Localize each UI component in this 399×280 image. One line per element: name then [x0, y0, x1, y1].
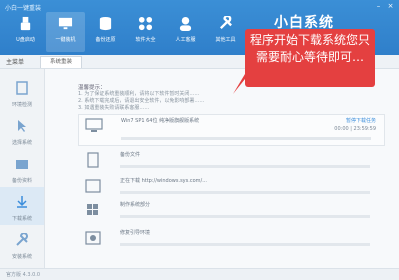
close-icon[interactable]: × — [386, 2, 395, 10]
wrench-icon — [16, 232, 28, 246]
nav-label: 软件大全 — [135, 37, 156, 43]
step-environment-check: 环境检测 — [0, 73, 44, 111]
callout-text: 程序开始下载系统您只需要耐心等待即可… — [249, 33, 370, 64]
progress-bar — [120, 191, 370, 194]
nav-software[interactable]: 软件大全 — [126, 12, 165, 52]
main-nav: U盘启动 一键装机 备份还原 软件大全 人工客服 其他工具 — [6, 12, 245, 52]
checklist-icon — [16, 81, 28, 95]
windows-icon — [87, 204, 98, 215]
nav-label: 其他工具 — [215, 37, 236, 43]
task-row: 备份文件 — [78, 149, 383, 177]
hint-callout: 程序开始下载系统您只需要耐心等待即可… — [233, 29, 375, 94]
step-sidebar: 环境检测 选择系统 备份资料 下载系统 安装系统 — [0, 69, 45, 269]
step-label: 选择系统 — [11, 140, 32, 146]
nav-label: U盘启动 — [16, 37, 35, 43]
nav-label: 人工客服 — [175, 37, 196, 43]
nav-support[interactable]: 人工客服 — [166, 12, 205, 52]
step-backup-data: 备份资料 — [0, 149, 44, 187]
task-name: 制作系统部分 — [120, 202, 151, 208]
wrench-icon — [219, 14, 232, 30]
minimize-icon[interactable]: – — [374, 2, 383, 10]
task-name: 正在下载 http://windows.sys.com/... — [120, 178, 207, 184]
app-window: 小白一键重装 – × U盘启动 一键装机 备份还原 软件大全 人工客服 其他工具… — [0, 0, 399, 280]
step-label: 安装系统 — [11, 254, 32, 260]
tip-line: 2. 系统下载完成后，请退出安全软件，以免影响部署…… — [78, 98, 205, 104]
step-label: 下载系统 — [11, 216, 32, 222]
nav-label: 一键装机 — [55, 37, 76, 43]
nav-one-click-install[interactable]: 一键装机 — [46, 12, 85, 52]
window-controls: – × — [374, 2, 395, 10]
task-name: 修复引导环境 — [120, 230, 151, 236]
task-row: 修复引导环境 — [78, 227, 383, 255]
monitor-icon — [58, 17, 73, 30]
step-install-system: 安装系统 — [0, 225, 44, 263]
folder-icon — [16, 160, 28, 169]
task-name: Win7 SP1 64位 纯净版旗舰版系统 — [121, 118, 200, 124]
progress-bar — [121, 137, 371, 140]
task-row: Win7 SP1 64位 纯净版旗舰版系统 暂停下载任务 00:00 | 23:… — [78, 114, 385, 146]
person-icon — [179, 16, 192, 31]
tip-line: 3. 如遇重装失败请联系客服…… — [78, 105, 150, 111]
task-name: 备份文件 — [120, 152, 141, 158]
step-select-system: 选择系统 — [0, 111, 44, 149]
monitor-icon — [85, 118, 103, 132]
nav-usb-boot[interactable]: U盘启动 — [6, 12, 45, 52]
tab-system-reinstall[interactable]: 系统重装 — [40, 56, 82, 68]
apps-icon — [138, 16, 153, 31]
callout-pointer-icon — [233, 74, 249, 94]
step-label: 备份资料 — [11, 178, 32, 184]
nav-backup-restore[interactable]: 备份还原 — [86, 12, 125, 52]
database-icon — [99, 16, 112, 31]
step-download-system: 下载系统 — [0, 187, 44, 225]
task-row: 制作系统部分 — [78, 199, 383, 227]
usb-icon — [20, 16, 31, 31]
download-icon — [85, 179, 101, 193]
version-label: 官方版 4.3.0.0 — [6, 272, 41, 278]
disk-icon — [85, 231, 101, 245]
window-title: 小白一键重装 — [5, 5, 42, 12]
nav-label: 备份还原 — [95, 37, 116, 43]
breadcrumb-home[interactable]: 主菜单 — [6, 57, 24, 66]
tip-line: 1. 为了保证系统重装顺利，请将以下软件暂时关闭…… — [78, 91, 200, 97]
pause-download-link[interactable]: 暂停下载任务 — [346, 117, 376, 124]
main-content: 温馨提示： 1. 为了保证系统重装顺利，请将以下软件暂时关闭…… 2. 系统下载… — [48, 69, 393, 269]
status-bar: 官方版 4.3.0.0 — [0, 268, 399, 280]
step-label: 环境检测 — [11, 102, 32, 108]
progress-bar — [120, 243, 370, 246]
file-icon — [87, 152, 99, 168]
task-time: 00:00 | 23:59:59 — [334, 126, 376, 132]
progress-bar — [120, 165, 370, 168]
progress-bar — [120, 215, 370, 218]
nav-tools[interactable]: 其他工具 — [206, 12, 245, 52]
cursor-icon — [18, 120, 26, 132]
download-icon — [17, 196, 27, 208]
